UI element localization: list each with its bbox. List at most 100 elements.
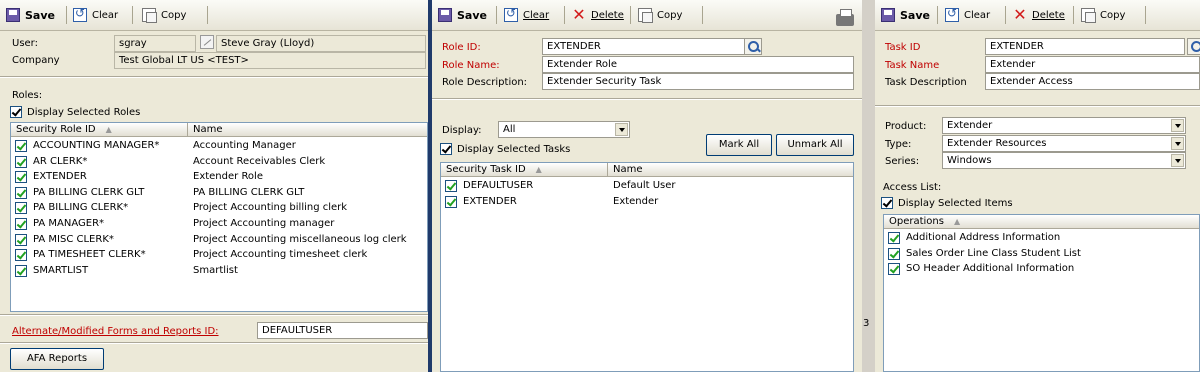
product-select[interactable]: Extender bbox=[942, 117, 1186, 134]
save-button[interactable]: Save bbox=[881, 5, 930, 25]
clear-icon bbox=[504, 6, 518, 22]
table-row[interactable]: PA MANAGER* Project Accounting manager bbox=[11, 217, 427, 232]
table-row[interactable]: PA BILLING CLERK* Project Accounting bill… bbox=[11, 201, 427, 216]
note-icon[interactable] bbox=[200, 35, 214, 49]
row-checkbox[interactable] bbox=[888, 232, 900, 244]
table-row[interactable]: PA MISC CLERK* Project Accounting miscell… bbox=[11, 233, 427, 248]
security-roles-window: Save Clear ✕ Delete Copy Role ID: EXTEND… bbox=[432, 0, 862, 372]
row-checkbox[interactable] bbox=[445, 195, 457, 208]
section-divider bbox=[0, 314, 428, 316]
delete-button[interactable]: ✕ Delete bbox=[572, 5, 624, 25]
table-row[interactable]: EXTENDER Extender Role bbox=[11, 170, 427, 185]
display-selected-items-checkbox[interactable]: Display Selected Items bbox=[881, 197, 1013, 209]
toolbar-divider bbox=[132, 6, 133, 24]
table-row[interactable]: AR CLERK* Account Receivables Clerk bbox=[11, 155, 427, 170]
task-description-field[interactable]: Extender Access bbox=[985, 73, 1200, 90]
toolbar-divider bbox=[1145, 6, 1146, 24]
toolbar-divider bbox=[1005, 6, 1006, 24]
row-checkbox[interactable] bbox=[15, 264, 27, 277]
row-checkbox[interactable] bbox=[888, 247, 900, 260]
copy-button[interactable]: Copy bbox=[638, 5, 682, 25]
row-checkbox[interactable] bbox=[15, 249, 27, 262]
column-header-security-role-id[interactable]: Security Role ID ▲ bbox=[16, 124, 112, 135]
afa-reports-button[interactable]: AFA Reports bbox=[10, 348, 104, 370]
task-name-field[interactable]: Extender bbox=[985, 56, 1200, 73]
type-label: Type: bbox=[885, 139, 912, 150]
table-row[interactable]: Additional Address Information bbox=[884, 231, 1199, 246]
toolbar-divider bbox=[937, 6, 938, 24]
toolbar-divider bbox=[66, 6, 67, 24]
table-row[interactable]: EXTENDER Extender bbox=[441, 195, 853, 210]
row-name-cell: Project Accounting manager bbox=[193, 218, 335, 229]
table-row[interactable]: DEFAULTUSER Default User bbox=[441, 179, 853, 194]
table-row[interactable]: PA BILLING CLERK GLT PA BILLING CLERK GLT bbox=[11, 186, 427, 201]
mark-all-button[interactable]: Mark All bbox=[706, 134, 772, 156]
lookup-icon[interactable] bbox=[744, 38, 762, 55]
clear-button[interactable]: Clear bbox=[945, 5, 990, 25]
row-checkbox[interactable] bbox=[15, 155, 27, 168]
unmark-all-button[interactable]: Unmark All bbox=[776, 134, 854, 156]
row-id-cell: PA BILLING CLERK* bbox=[33, 202, 129, 214]
row-name-cell: SO Header Additional Information bbox=[906, 263, 1075, 275]
type-select[interactable]: Extender Resources bbox=[942, 135, 1186, 152]
grid-header: Security Task ID ▲ Name bbox=[441, 163, 853, 177]
display-selected-tasks-checkbox[interactable]: Display Selected Tasks bbox=[440, 143, 570, 155]
user-id-field: sgray bbox=[114, 35, 196, 52]
row-checkbox[interactable] bbox=[445, 180, 457, 192]
row-checkbox[interactable] bbox=[15, 233, 27, 246]
delete-button[interactable]: ✕ Delete bbox=[1013, 5, 1065, 25]
copy-icon bbox=[638, 8, 653, 23]
column-header-security-task-id[interactable]: Security Task ID ▲ bbox=[446, 164, 542, 175]
save-icon bbox=[438, 8, 452, 22]
display-selected-roles-checkbox[interactable]: Display Selected Roles bbox=[10, 106, 140, 118]
row-name-cell: Additional Address Information bbox=[906, 232, 1061, 243]
table-row[interactable]: SMARTLIST Smartlist bbox=[11, 264, 427, 279]
checkbox-box bbox=[440, 143, 452, 155]
row-checkbox[interactable] bbox=[15, 186, 27, 199]
lookup-icon[interactable] bbox=[1187, 38, 1200, 55]
alternate-forms-field[interactable]: DEFAULTUSER bbox=[257, 322, 428, 339]
alternate-forms-link[interactable]: Alternate/Modified Forms and Reports ID: bbox=[12, 326, 219, 337]
display-select[interactable]: All bbox=[498, 121, 630, 138]
role-id-field[interactable]: EXTENDER bbox=[542, 38, 762, 55]
save-button[interactable]: Save bbox=[438, 5, 487, 25]
row-checkbox[interactable] bbox=[888, 263, 900, 276]
roles-label: Roles: bbox=[12, 90, 43, 101]
column-header-name[interactable]: Name bbox=[613, 164, 643, 175]
row-checkbox[interactable] bbox=[15, 218, 27, 230]
chevron-down-icon bbox=[1171, 137, 1184, 150]
chevron-down-icon bbox=[1171, 119, 1184, 132]
column-header-operations[interactable]: Operations ▲ bbox=[889, 216, 960, 227]
series-select[interactable]: Windows bbox=[942, 152, 1186, 169]
toolbar: Save Clear ✕ Delete Copy bbox=[432, 0, 862, 31]
grid-header: Security Role ID ▲ Name bbox=[11, 123, 427, 137]
clear-button[interactable]: Clear bbox=[73, 5, 118, 25]
copy-button[interactable]: Copy bbox=[1081, 5, 1125, 25]
row-checkbox[interactable] bbox=[15, 140, 27, 152]
operations-grid: Operations ▲ Additional Address Informati… bbox=[883, 214, 1200, 372]
toolbar-divider bbox=[702, 6, 703, 24]
table-row[interactable]: PA TIMESHEET CLERK* Project Accounting ti… bbox=[11, 248, 427, 263]
row-id-cell: PA MANAGER* bbox=[33, 218, 105, 229]
row-name-cell: Extender Role bbox=[193, 171, 263, 183]
toolbar-divider bbox=[564, 6, 565, 24]
copy-icon bbox=[142, 8, 157, 23]
table-row[interactable]: Sales Order Line Class Student List bbox=[884, 247, 1199, 262]
table-row[interactable]: SO Header Additional Information bbox=[884, 262, 1199, 277]
section-divider bbox=[0, 76, 428, 78]
table-row[interactable]: ACCOUNTING MANAGER* Accounting Manager bbox=[11, 139, 427, 154]
printer-icon[interactable] bbox=[836, 9, 854, 26]
role-name-field[interactable]: Extender Role bbox=[542, 56, 854, 73]
clear-button[interactable]: Clear bbox=[504, 5, 549, 25]
row-id-cell: PA MISC CLERK* bbox=[33, 233, 114, 245]
copy-button[interactable]: Copy bbox=[142, 5, 186, 25]
row-name-cell: PA BILLING CLERK GLT bbox=[193, 186, 305, 198]
user-label: User: bbox=[12, 38, 38, 49]
save-button[interactable]: Save bbox=[6, 5, 55, 25]
role-description-field[interactable]: Extender Security Task bbox=[542, 73, 854, 90]
column-header-name[interactable]: Name bbox=[193, 124, 223, 135]
row-checkbox[interactable] bbox=[15, 202, 27, 215]
task-id-field[interactable]: EXTENDER bbox=[985, 38, 1185, 55]
display-label: Display: bbox=[442, 125, 482, 136]
row-checkbox[interactable] bbox=[15, 171, 27, 184]
